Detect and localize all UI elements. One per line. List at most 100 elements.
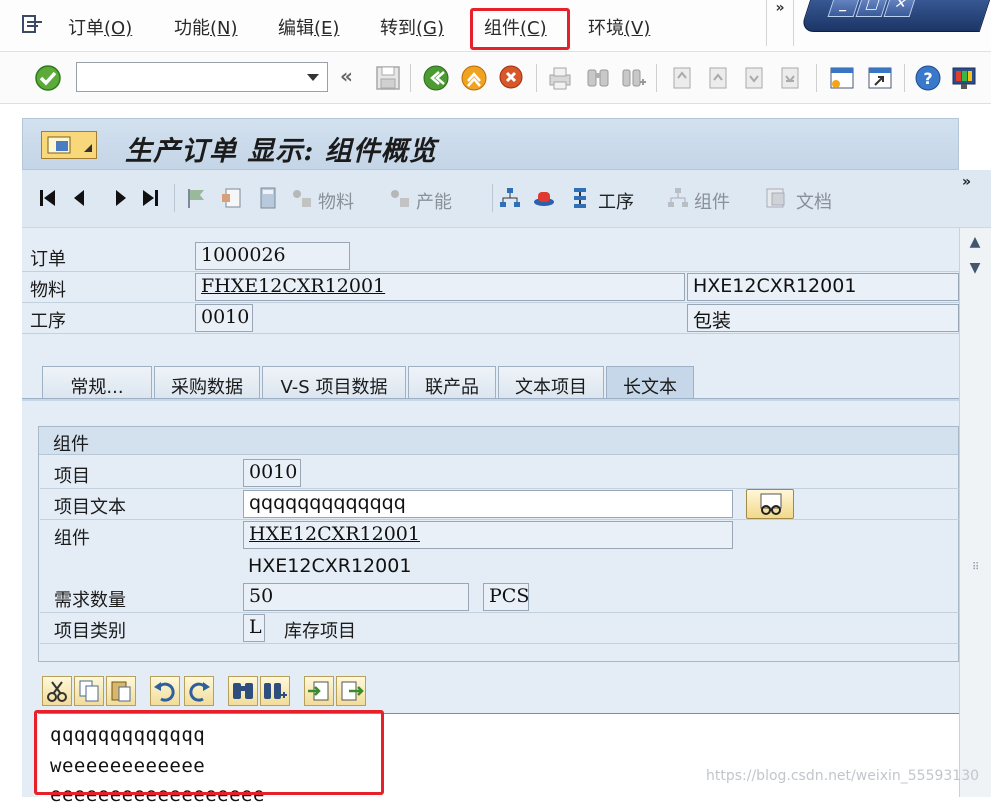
first-record-icon[interactable] [36,186,60,210]
shortcut-icon[interactable] [866,64,894,92]
undo-icon[interactable] [150,676,180,706]
cancel-icon[interactable] [498,64,526,92]
group-title: 组件 [39,427,958,455]
toolbar-separator [536,64,537,92]
menu-environment[interactable]: 环境(V) [588,14,650,40]
material-button[interactable]: 物料 [318,188,354,214]
menu-function-key: (N) [210,18,238,39]
tab-co-product[interactable]: 联产品 [408,366,496,400]
find-replace-icon[interactable] [260,676,290,706]
menu-icon[interactable] [22,14,44,34]
order-field[interactable]: 1000026 [195,242,350,270]
row-divider [22,271,959,272]
long-text-highlight [34,710,384,795]
item-text-field[interactable]: qqqqqqqqqqqqq [243,490,733,518]
previous-page-icon[interactable] [704,64,732,92]
row-divider [40,488,959,489]
menu-edit[interactable]: 编辑(E) [278,14,339,40]
scroll-down-icon[interactable]: ▼ [964,260,986,282]
display-text-button[interactable] [746,489,794,519]
new-session-icon[interactable] [828,64,856,92]
back-icon[interactable] [422,64,450,92]
find-next-icon[interactable] [620,64,648,92]
item-text-label: 项目文本 [54,497,126,518]
paste-icon[interactable] [106,676,136,706]
menu-edit-key: (E) [314,18,340,39]
capacity-button[interactable]: 产能 [416,188,452,214]
first-page-icon[interactable] [668,64,696,92]
glasses-icon [760,493,782,515]
menu-edit-label: 编辑 [278,18,314,39]
close-window-icon[interactable]: ✕ [883,0,917,17]
capacity-icon[interactable] [388,186,412,210]
component-description: HXE12CXR12001 [248,555,412,577]
copy-icon[interactable] [74,676,104,706]
toolbar-separator [816,64,817,92]
last-record-icon[interactable] [138,186,162,210]
save-icon[interactable] [374,64,402,92]
previous-record-icon[interactable] [68,186,92,210]
operation-label: 工序 [30,311,66,332]
row-divider [40,643,959,644]
page-title: 生产订单 显示: 组件概览 [125,136,437,167]
next-page-icon[interactable] [740,64,768,92]
system-toolbar: « ? [0,52,991,104]
screen-menu-icon[interactable] [41,131,97,159]
tab-long-text[interactable]: 长文本 [606,366,694,400]
exit-icon[interactable] [460,64,488,92]
next-record-icon[interactable] [108,186,132,210]
scroll-up-icon[interactable]: ▲ [964,234,986,256]
item-field[interactable]: 0010 [243,459,301,487]
chevron-down-icon[interactable] [307,74,319,81]
export-text-icon[interactable] [336,676,366,706]
network-icon[interactable] [498,186,522,210]
import-text-icon[interactable] [304,676,334,706]
operation-field[interactable]: 0010 [195,304,253,332]
application-toolbar: 物料 产能 工序 组件 文档 » [22,170,991,228]
command-field[interactable] [76,62,328,92]
menu-more-button[interactable]: » [766,0,794,46]
calculator-icon[interactable] [256,186,280,210]
tab-text-item[interactable]: 文本项目 [498,366,604,400]
flag-icon[interactable] [184,186,208,210]
tab-strip-border [22,398,959,401]
document-button[interactable]: 文档 [796,188,832,214]
last-page-icon[interactable] [776,64,804,92]
requirement-quantity-field[interactable]: 50 [243,583,469,611]
collapse-icon[interactable]: « [340,64,368,92]
material-label: 物料 [30,280,66,301]
app-toolbar-more-button[interactable]: » [962,174,971,190]
material-icon[interactable] [290,186,314,210]
menu-goto[interactable]: 转到(G) [380,14,444,40]
document-status-icon[interactable] [220,186,244,210]
menu-environment-label: 环境 [588,18,624,39]
tab-vs-item-data[interactable]: V-S 项目数据 [262,366,406,400]
menu-order[interactable]: 订单(O) [68,14,132,40]
tab-general[interactable]: 常规... [42,366,152,400]
print-icon[interactable] [546,64,574,92]
cut-icon[interactable] [42,676,72,706]
enter-check-icon[interactable] [34,64,62,92]
menu-function[interactable]: 功能(N) [174,14,238,40]
help-icon[interactable]: ? [914,64,942,92]
tab-purchasing-data[interactable]: 采购数据 [154,366,260,400]
item-category-field[interactable]: L [243,614,265,642]
component-icon[interactable] [666,186,690,210]
vertical-scrollbar[interactable]: ▲ ▼ ⠿ [959,228,991,797]
redo-icon[interactable] [184,676,214,706]
find-icon[interactable] [584,64,612,92]
hat-icon[interactable] [532,186,556,210]
find-text-icon[interactable] [228,676,258,706]
menu-goto-label: 转到 [380,18,416,39]
menu-bar: 订单(O) 功能(N) 编辑(E) 转到(G) 组件(C) 环境(V) » _ … [0,0,991,52]
operation-icon[interactable] [568,186,592,210]
component-field[interactable]: HXE12CXR12001 [243,521,733,549]
operation-button[interactable]: 工序 [598,188,634,214]
customize-layout-icon[interactable] [950,64,978,92]
toolbar-separator [174,184,175,212]
material-field[interactable]: FHXE12CXR12001 [195,273,685,301]
scroll-grip-icon[interactable]: ⠿ [972,562,979,573]
document-icon[interactable] [764,186,788,210]
component-button[interactable]: 组件 [694,188,730,214]
unit-field[interactable]: PCS [483,583,529,611]
